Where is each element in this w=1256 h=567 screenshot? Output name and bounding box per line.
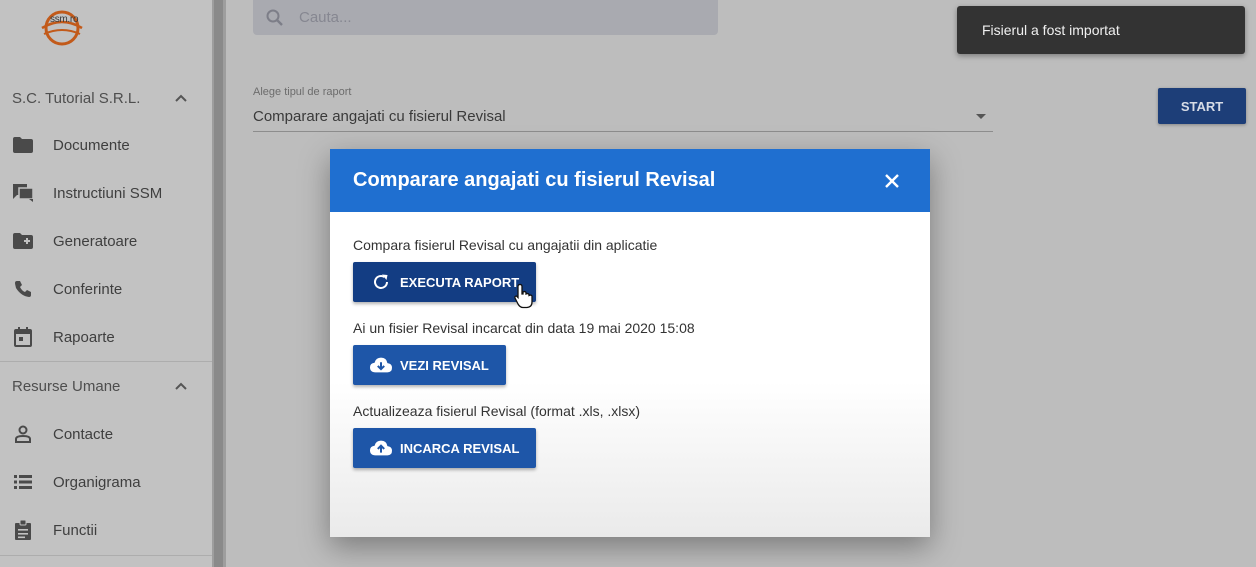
chevron-up-icon bbox=[175, 94, 187, 102]
phone-icon bbox=[12, 278, 34, 300]
toast-notification: Fisierul a fost importat bbox=[957, 6, 1245, 54]
sidebar-item-functii[interactable]: Functii bbox=[12, 514, 202, 546]
group-header-resurse-umane[interactable]: Resurse Umane bbox=[12, 372, 202, 400]
sidebar-item-generatoare[interactable]: Generatoare bbox=[12, 225, 202, 257]
hand-cursor-icon bbox=[514, 283, 533, 309]
group-title: S.C. Tutorial S.R.L. bbox=[12, 89, 141, 107]
sidebar-item-label: Rapoarte bbox=[53, 328, 115, 346]
clipboard-icon bbox=[12, 519, 34, 541]
person-icon bbox=[12, 423, 34, 445]
list-icon bbox=[12, 471, 34, 493]
sidebar-item-organigrama[interactable]: Organigrama bbox=[12, 466, 202, 498]
sidebar-item-label: Instructiuni SSM bbox=[53, 184, 163, 202]
incarca-revisal-button[interactable]: INCARCA REVISAL bbox=[353, 428, 537, 468]
dropdown-arrow-icon[interactable] bbox=[976, 114, 986, 119]
sidebar-item-documente[interactable]: Documente bbox=[12, 129, 202, 161]
logo-text: ssm.ro bbox=[50, 14, 79, 25]
button-label: VEZI REVISAL bbox=[400, 357, 489, 373]
sidebar-item-conferinte[interactable]: Conferinte bbox=[12, 273, 202, 305]
sidebar-item-label: Documente bbox=[53, 136, 130, 154]
report-select[interactable]: Comparare angajati cu fisierul Revisal bbox=[253, 108, 506, 125]
dialog-header: Comparare angajati cu fisierul Revisal bbox=[330, 149, 930, 212]
executa-raport-button[interactable]: EXECUTA RAPORT bbox=[353, 262, 537, 302]
button-label: EXECUTA RAPORT bbox=[400, 274, 520, 290]
sidebar-item-contacte[interactable]: Contacte bbox=[12, 418, 202, 450]
revisal-dialog: Comparare angajati cu fisierul Revisal C… bbox=[330, 149, 930, 537]
vezi-revisal-button[interactable]: VEZI REVISAL bbox=[353, 345, 506, 385]
sidebar-item-label: Contacte bbox=[53, 425, 114, 443]
forum-icon bbox=[12, 182, 34, 204]
search-bar[interactable]: Cauta... bbox=[253, 0, 718, 35]
close-icon[interactable] bbox=[883, 172, 901, 190]
divider bbox=[0, 361, 212, 362]
section-description: Ai un fisier Revisal incarcat din data 1… bbox=[353, 320, 695, 336]
sidebar-item-label: Organigrama bbox=[53, 473, 141, 491]
dialog-title: Comparare angajati cu fisierul Revisal bbox=[353, 169, 716, 191]
search-icon bbox=[266, 9, 283, 26]
chevron-up-icon bbox=[175, 382, 187, 390]
section-description: Compara fisierul Revisal cu angajatii di… bbox=[353, 237, 658, 253]
start-button[interactable]: START bbox=[1158, 88, 1246, 124]
sidebar-item-label: Functii bbox=[53, 521, 98, 539]
group-title: Resurse Umane bbox=[12, 377, 121, 395]
sidebar-item-rapoarte[interactable]: Rapoarte bbox=[12, 321, 202, 353]
folder-plus-icon bbox=[12, 230, 34, 252]
sidebar-item-label: Conferinte bbox=[53, 280, 123, 298]
folder-icon bbox=[12, 134, 34, 156]
report-select-label: Alege tipul de raport bbox=[253, 86, 352, 98]
sidebar-item-label: Generatoare bbox=[53, 232, 138, 250]
toast-message: Fisierul a fost importat bbox=[982, 22, 1120, 38]
group-header-company[interactable]: S.C. Tutorial S.R.L. bbox=[12, 84, 202, 112]
sidebar-item-instructiuni[interactable]: Instructiuni SSM bbox=[12, 177, 202, 209]
sidebar-scrollbar-thumb[interactable] bbox=[214, 0, 223, 567]
calendar-icon bbox=[12, 326, 34, 348]
divider bbox=[0, 555, 212, 556]
sidebar: ssm.ro S.C. Tutorial S.R.L. Documente In… bbox=[0, 0, 212, 567]
cloud-upload-icon bbox=[370, 437, 392, 459]
refresh-icon bbox=[370, 271, 392, 293]
cloud-download-icon bbox=[370, 354, 392, 376]
button-label: INCARCA REVISAL bbox=[400, 440, 520, 456]
report-select-underline bbox=[253, 131, 993, 132]
search-input[interactable]: Cauta... bbox=[299, 9, 352, 26]
section-description: Actualizeaza fisierul Revisal (format .x… bbox=[353, 403, 641, 419]
